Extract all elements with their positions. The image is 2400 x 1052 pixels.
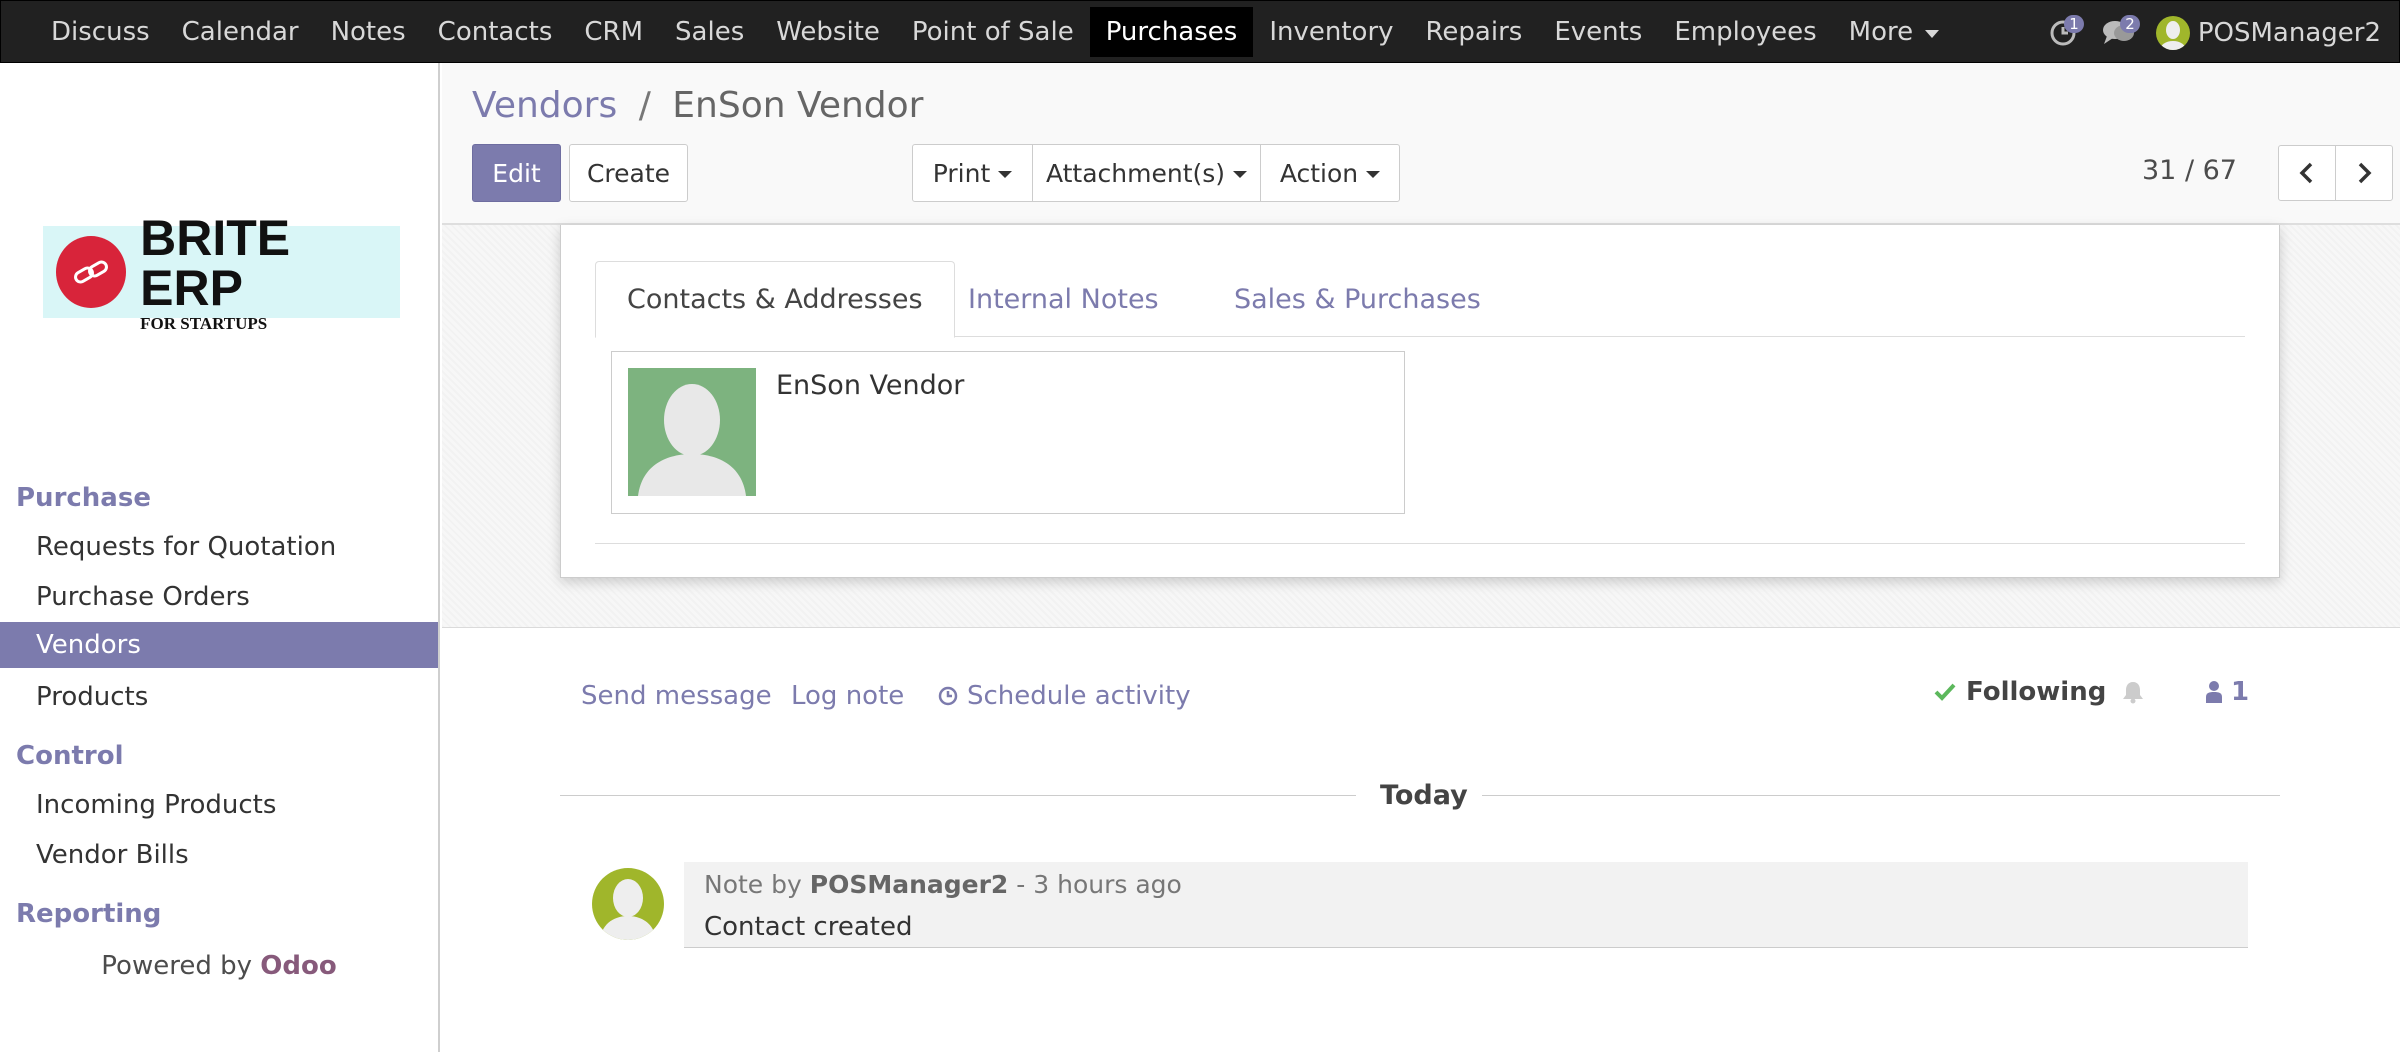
chevron-right-icon	[2358, 162, 2372, 184]
notebook-tabs: Contacts & Addresses Internal Notes Sale…	[595, 261, 2245, 338]
logo-subtitle: FOR STARTUPS	[140, 313, 268, 333]
systray: 1 2 POSManager2	[2044, 1, 2381, 64]
tab-internal-notes[interactable]: Internal Notes	[937, 261, 1190, 338]
menu-sales[interactable]: Sales	[659, 7, 760, 57]
followers-button[interactable]: 1	[2205, 677, 2249, 707]
activity-menu[interactable]: 1	[2044, 14, 2084, 48]
action-label: Action	[1279, 158, 1359, 188]
powered-prefix: Powered by	[101, 951, 261, 981]
caret-down-icon	[998, 171, 1013, 178]
divider	[595, 543, 2245, 544]
menu-repairs[interactable]: Repairs	[1410, 7, 1539, 57]
control-panel: Vendors / EnSon Vendor Edit Create Print…	[442, 63, 2400, 225]
menu-discuss[interactable]: Discuss	[35, 7, 166, 57]
clock-icon	[938, 686, 958, 706]
divider	[1482, 795, 2280, 796]
person-placeholder-icon	[638, 384, 746, 496]
sidebar-item-incoming-products[interactable]: Incoming Products	[0, 782, 438, 828]
section-control[interactable]: Control	[16, 741, 123, 771]
user-avatar	[2155, 15, 2190, 50]
followers-count: 1	[2231, 677, 2250, 707]
section-reporting[interactable]: Reporting	[16, 899, 161, 929]
message: Note by POSManager2 - 3 hours ago Contac…	[684, 862, 2248, 948]
menu-calendar[interactable]: Calendar	[166, 7, 315, 57]
menu-events[interactable]: Events	[1538, 7, 1658, 57]
user-name: POSManager2	[2197, 17, 2381, 48]
top-navbar: Discuss Calendar Notes Contacts CRM Sale…	[0, 0, 2400, 63]
powered-by: Powered by Odoo	[0, 951, 438, 981]
message-prefix: Note by	[704, 870, 802, 899]
following-label: Following	[1966, 677, 2107, 707]
menu-purchases[interactable]: Purchases	[1089, 6, 1254, 57]
form-sheet: Contacts & Addresses Internal Notes Sale…	[560, 225, 2280, 578]
message-meta: Note by POSManager2 - 3 hours ago	[704, 870, 1182, 899]
create-button[interactable]: Create	[569, 144, 688, 202]
menu-point-of-sale[interactable]: Point of Sale	[896, 7, 1090, 57]
breadcrumb: Vendors / EnSon Vendor	[472, 85, 923, 126]
attachments-label: Attachment(s)	[1045, 158, 1226, 188]
menu-employees[interactable]: Employees	[1658, 7, 1832, 57]
pager-value[interactable]: 31 / 67	[2142, 155, 2237, 186]
check-icon	[1934, 683, 1956, 701]
messages-badge: 2	[2120, 14, 2140, 33]
contact-card-name: EnSon Vendor	[776, 370, 965, 401]
section-purchase[interactable]: Purchase	[16, 483, 151, 513]
date-separator: Today	[1380, 780, 1468, 811]
following-button[interactable]: Following	[1934, 677, 2144, 707]
sidebar-item-vendor-bills[interactable]: Vendor Bills	[0, 832, 438, 878]
contact-card[interactable]: EnSon Vendor	[611, 351, 1405, 514]
odoo-link[interactable]: Odoo	[260, 951, 336, 981]
caret-down-icon	[1366, 171, 1381, 178]
menu-more-label: More	[1848, 16, 1914, 47]
message-body: Contact created	[704, 912, 913, 942]
pager-previous-button[interactable]	[2278, 145, 2336, 201]
print-label: Print	[932, 158, 991, 188]
tab-sales-purchases[interactable]: Sales & Purchases	[1203, 261, 1512, 338]
log-note-button[interactable]: Log note	[791, 681, 904, 711]
send-message-button[interactable]: Send message	[581, 681, 772, 711]
edit-button[interactable]: Edit	[472, 144, 561, 202]
user-silhouette-icon	[600, 879, 656, 940]
menu-notes[interactable]: Notes	[315, 7, 422, 57]
company-logo[interactable]: BRITE ERP FOR STARTUPS	[43, 213, 400, 332]
activity-badge: 1	[2064, 14, 2084, 33]
schedule-activity-button[interactable]: Schedule activity	[937, 681, 1191, 711]
menu-contacts[interactable]: Contacts	[422, 7, 569, 57]
chevron-left-icon	[2299, 162, 2313, 184]
logo-mark	[56, 236, 127, 308]
sidebar-item-purchase-orders[interactable]: Purchase Orders	[0, 574, 438, 620]
messaging-menu[interactable]: 2	[2100, 14, 2140, 48]
menu-website[interactable]: Website	[760, 7, 896, 57]
sidebar-item-vendors[interactable]: Vendors	[0, 622, 438, 668]
sidebar-item-requests-for-quotation[interactable]: Requests for Quotation	[0, 524, 438, 570]
sidebar-item-products[interactable]: Products	[0, 674, 438, 720]
breadcrumb-separator: /	[638, 85, 651, 126]
user-silhouette-icon	[2159, 20, 2186, 50]
tab-contacts-addresses[interactable]: Contacts & Addresses	[595, 261, 955, 338]
message-time: - 3 hours ago	[1016, 870, 1182, 899]
message-author[interactable]: POSManager2	[810, 870, 1009, 899]
user-icon	[2206, 681, 2222, 703]
menu-crm[interactable]: CRM	[568, 7, 659, 57]
action-dropdown[interactable]: Action	[1260, 144, 1400, 202]
app-menu: Discuss Calendar Notes Contacts CRM Sale…	[1, 1, 1955, 62]
message-author-avatar[interactable]	[592, 868, 664, 940]
attachments-dropdown[interactable]: Attachment(s)	[1032, 144, 1261, 202]
user-menu[interactable]: POSManager2	[2155, 15, 2381, 50]
logo-title: BRITE ERP	[140, 209, 291, 316]
caret-down-icon	[1233, 171, 1248, 178]
caret-down-icon	[1925, 29, 1940, 38]
breadcrumb-vendors[interactable]: Vendors	[472, 85, 617, 126]
breadcrumb-current: EnSon Vendor	[672, 85, 924, 126]
link-icon	[74, 260, 109, 284]
menu-inventory[interactable]: Inventory	[1253, 7, 1409, 57]
divider	[560, 795, 1356, 796]
pager-next-button[interactable]	[2335, 145, 2393, 201]
schedule-activity-label: Schedule activity	[967, 681, 1191, 711]
bell-icon[interactable]	[2122, 680, 2144, 704]
menu-more[interactable]: More	[1833, 7, 1955, 57]
sidebar: BRITE ERP FOR STARTUPS Purchase Requests…	[0, 63, 440, 1052]
contact-photo	[628, 368, 756, 496]
print-dropdown[interactable]: Print	[912, 144, 1033, 202]
